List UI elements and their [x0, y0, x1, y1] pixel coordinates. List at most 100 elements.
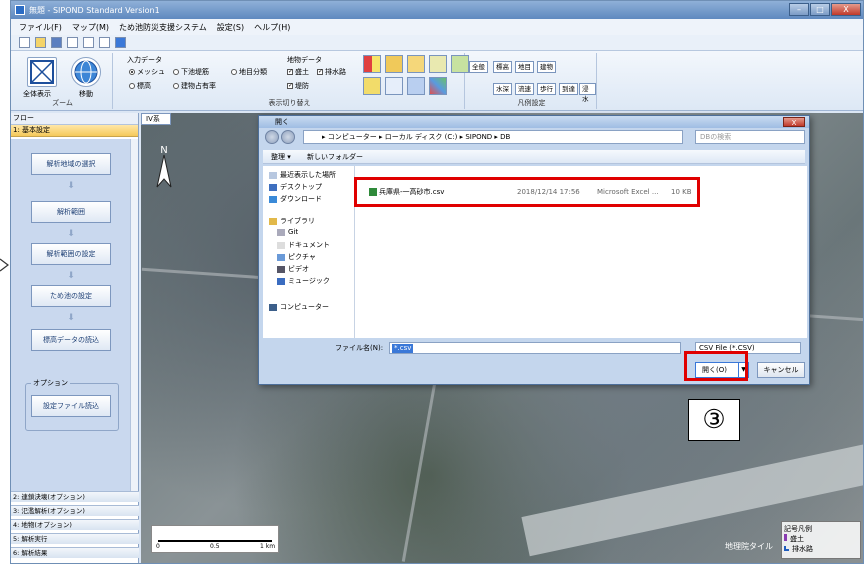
step-set-range-button[interactable]: 解析範囲の設定: [31, 243, 111, 265]
legend-elevation-button[interactable]: 標高: [493, 61, 512, 73]
radio-building-ratio[interactable]: 建物占有率: [173, 81, 216, 91]
check-embankment[interactable]: 盛土: [287, 67, 309, 77]
cancel-button[interactable]: キャンセル: [757, 362, 805, 378]
legend-building-button[interactable]: 建物: [537, 61, 556, 73]
menu-help[interactable]: ヘルプ(H): [254, 22, 290, 33]
minimize-button[interactable]: –: [789, 3, 809, 16]
down-arrow-icon: ⬇: [67, 229, 75, 239]
flow-section-run[interactable]: 5: 解析実行: [11, 533, 139, 544]
radio-land-use[interactable]: 地目分類: [231, 67, 267, 77]
grid-icon[interactable]: [67, 37, 78, 48]
check-drainage[interactable]: 排水路: [317, 67, 346, 77]
address-bar[interactable]: ▸ コンピューター ▸ ローカル ディスク (C:) ▸ SIPOND ▸ DB: [303, 130, 683, 144]
nav-documents[interactable]: ドキュメント: [277, 240, 330, 250]
window-title: 無題 - SIPOND Standard Version1: [29, 5, 160, 15]
scale-tick: 1 km: [260, 543, 276, 550]
value-layer-icon[interactable]: [407, 77, 425, 95]
step-select-area-button[interactable]: 解析地域の選択: [31, 153, 111, 175]
radio-lower-pond[interactable]: 下池堤筋: [173, 67, 209, 77]
legend-velocity-button[interactable]: 流速: [515, 83, 534, 95]
close-button[interactable]: X: [831, 3, 861, 16]
radio-elevation[interactable]: 標高: [129, 81, 151, 91]
legend-landuse-button[interactable]: 地目: [515, 61, 534, 73]
map-copyright: 地理院タイル: [725, 542, 773, 551]
nav-downloads[interactable]: ダウンロード: [269, 194, 322, 204]
table-layer-icon[interactable]: [363, 77, 381, 95]
window-controls: – □ X: [789, 3, 861, 16]
map-legend: 記号凡例 盛土 排水路: [781, 521, 861, 559]
scale-bar: 0 0.5 1 km: [151, 525, 279, 553]
north-arrow-icon: N: [156, 145, 172, 188]
navigation-pane: 最近表示した場所 デスクトップ ダウンロード ライブラリ Git ドキュメント …: [263, 166, 355, 338]
radio-mesh[interactable]: メッシュ: [129, 67, 165, 77]
flow-steps: 解析地域の選択 ⬇ 解析範囲 ⬇ 解析範囲の設定 ⬇ ため池の設定 ⬇ 標高デー…: [11, 139, 131, 499]
menu-disaster-support[interactable]: ため池防災支援システム: [119, 22, 207, 33]
nav-recent[interactable]: 最近表示した場所: [269, 170, 336, 180]
filename-input[interactable]: *.csv: [389, 342, 681, 354]
nav-music[interactable]: ミュージック: [277, 276, 330, 286]
step-number-marker: ③: [688, 399, 740, 441]
color-layer-icon[interactable]: [429, 77, 447, 95]
display-group: 入力データ メッシュ 下池堤筋 地目分類 標高 建物占有率 地物データ 盛土 排…: [115, 53, 469, 109]
flow-section-basic[interactable]: 1: 基本設定: [11, 125, 138, 137]
nav-computer[interactable]: コンピューター: [269, 302, 329, 312]
menu-map[interactable]: マップ(M): [72, 22, 109, 33]
save-icon[interactable]: [51, 37, 62, 48]
legend-inundation-button[interactable]: 浸水: [579, 83, 596, 103]
dialog-title: 開く: [259, 116, 809, 128]
nav-videos[interactable]: ビデオ: [277, 264, 309, 274]
step-load-elevation-button[interactable]: 標高データの読込: [31, 329, 111, 351]
new-folder-button[interactable]: 新しいフォルダー: [307, 153, 363, 161]
step-analysis-range-button[interactable]: 解析範囲: [31, 201, 111, 223]
help-icon[interactable]: [115, 37, 126, 48]
pointer-arrow-icon: [0, 258, 9, 272]
flow-section-results[interactable]: 6: 解析結果: [11, 547, 139, 558]
dialog-close-button[interactable]: X: [783, 117, 805, 127]
search-input[interactable]: DBの検索: [695, 130, 805, 144]
house-layer-icon[interactable]: [407, 55, 425, 73]
forward-icon[interactable]: [281, 130, 295, 144]
open-folder-icon[interactable]: [35, 37, 46, 48]
command-bar: 整理 ▾ 新しいフォルダー: [263, 150, 805, 164]
grid-layer-icon[interactable]: [363, 55, 381, 73]
ribbon: 全体表示 移動 ズーム 入力データ メッシュ 下池堤筋 地目分類 標高 建物占有…: [11, 51, 863, 111]
legend-item-embankment: 盛土: [784, 534, 858, 544]
legend-all-button[interactable]: 全般: [469, 61, 488, 73]
highlight-open-box: [684, 351, 748, 381]
highlight-file-box: [354, 177, 700, 207]
flow-section-flood-analysis[interactable]: 3: 氾濫解析(オプション): [11, 505, 139, 516]
legend-walk-button[interactable]: 歩行: [537, 83, 556, 95]
menu-bar: ファイル(F) マップ(M) ため池防災支援システム 設定(S) ヘルプ(H): [11, 19, 863, 35]
display-group-label: 表示切り替え: [268, 99, 311, 107]
full-extent-button[interactable]: [27, 57, 57, 87]
down-arrow-icon: ⬇: [67, 271, 75, 281]
nav-git[interactable]: Git: [277, 228, 298, 236]
building-layer-icon[interactable]: [385, 55, 403, 73]
nav-desktop[interactable]: デスクトップ: [269, 182, 322, 192]
organize-button[interactable]: 整理 ▾: [271, 153, 291, 161]
flow-scrollbar[interactable]: [130, 139, 138, 499]
legend-arrival-button[interactable]: 到達: [559, 83, 578, 95]
menu-file[interactable]: ファイル(F): [19, 22, 62, 33]
nav-pictures[interactable]: ピクチャ: [277, 252, 316, 262]
app-icon: [15, 5, 25, 15]
legend-depth-button[interactable]: 水深: [493, 83, 512, 95]
maximize-button[interactable]: □: [810, 3, 830, 16]
pan-button[interactable]: [71, 57, 101, 87]
flow-section-chain-break[interactable]: 2: 連鎖決壊(オプション): [11, 491, 139, 502]
menu-settings[interactable]: 設定(S): [217, 22, 244, 33]
layer-edit-icon[interactable]: [99, 37, 110, 48]
load-settings-file-button[interactable]: 設定ファイル読込: [31, 395, 111, 417]
layer-icon[interactable]: [83, 37, 94, 48]
down-arrow-icon: ⬇: [67, 181, 75, 191]
cross-layer-icon[interactable]: [429, 55, 447, 73]
option-label: オプション: [31, 378, 70, 388]
step-pond-settings-button[interactable]: ため池の設定: [31, 285, 111, 307]
new-icon[interactable]: [19, 37, 30, 48]
check-levee[interactable]: 堤防: [287, 81, 309, 91]
list-layer-icon[interactable]: [385, 77, 403, 95]
back-icon[interactable]: [265, 130, 279, 144]
flow-section-features[interactable]: 4: 地物(オプション): [11, 519, 139, 530]
nav-libraries[interactable]: ライブラリ: [269, 216, 315, 226]
map-tab[interactable]: IV系: [141, 113, 171, 125]
